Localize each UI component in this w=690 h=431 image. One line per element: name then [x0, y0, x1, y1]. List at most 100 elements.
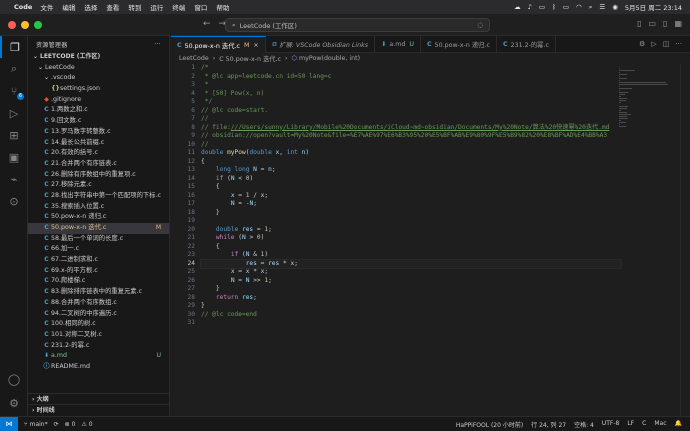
folder-vscode[interactable]: ⌄ .vscode — [28, 73, 169, 84]
code-line[interactable]: */ — [201, 98, 621, 107]
vertical-scrollbar[interactable] — [680, 64, 690, 416]
code-line[interactable]: // — [201, 141, 621, 150]
control-center-icon[interactable]: ☰ — [599, 3, 605, 11]
workspace-root[interactable]: ⌄ LEETCODE (工作区) — [28, 52, 169, 63]
code-line[interactable]: return res; — [201, 294, 621, 303]
file-item[interactable]: C 1.两数之和.c — [28, 105, 169, 116]
code-line[interactable]: } — [201, 302, 621, 311]
menu-edit[interactable]: 编辑 — [62, 2, 75, 12]
breadcrumb-symbol[interactable]: myPow(double, int) — [299, 55, 360, 62]
split-editor-icon[interactable]: ◫ — [663, 40, 670, 48]
outline-section[interactable]: › 大纲 — [28, 393, 170, 404]
music-icon[interactable]: ♪ — [528, 3, 532, 11]
app-menu[interactable]: Code — [14, 3, 32, 11]
folder-leetcode[interactable]: ⌄ LeetCode — [28, 63, 169, 74]
toggle-panel-icon[interactable]: ▭ — [648, 19, 656, 28]
code-line[interactable]: // @lc code=end — [201, 311, 621, 320]
file-item[interactable]: C 14.最长公共前缀.c — [28, 138, 169, 149]
notifications-bell-icon[interactable]: 🔔 — [675, 420, 682, 429]
code-line[interactable]: } — [201, 285, 621, 294]
code-line[interactable]: { — [201, 243, 621, 252]
menu-run[interactable]: 运行 — [150, 2, 163, 12]
toggle-sidebar-icon[interactable]: ▯ — [637, 19, 641, 28]
code-line[interactable]: { — [201, 183, 621, 192]
file-item[interactable]: C 100.相同的树.c — [28, 319, 169, 330]
extensions-icon[interactable]: ⊞ — [0, 124, 28, 146]
bluetooth-icon[interactable]: ᛒ — [552, 3, 556, 11]
code-area[interactable]: /* * @lc app=leetcode.cn id=50 lang=c * … — [200, 64, 622, 328]
code-line[interactable]: x = x * x; — [201, 268, 621, 277]
run-icon[interactable]: ▷ — [651, 40, 656, 48]
search-icon[interactable]: ⌕ — [589, 3, 593, 12]
encoding[interactable]: UTF-8 — [602, 420, 620, 429]
code-line[interactable]: { — [201, 158, 621, 167]
tab-power-of-two[interactable]: C 231.2-的幂.c — [497, 36, 556, 53]
git-blame[interactable]: HaPPiFOOL (20 小时前) — [456, 420, 523, 429]
more-actions-icon[interactable]: ··· — [154, 41, 161, 48]
code-line[interactable]: x = 1 / x; — [201, 192, 621, 201]
copilot-icon[interactable]: ◌ — [477, 21, 483, 29]
tab-a-md[interactable]: ⬇ a.md U — [375, 36, 421, 53]
file-item[interactable]: ◆ .gitignore — [28, 95, 169, 106]
warning-count[interactable]: ⚠ 0 — [81, 421, 92, 428]
code-line[interactable]: // obsidian://open?vault=My%20Note&file=… — [201, 132, 621, 141]
file-item[interactable]: C 69.x-的平方根.c — [28, 266, 169, 277]
tab-pow-recursive[interactable]: C 50.pow-x-n 递归.c — [421, 36, 497, 53]
file-item[interactable]: C 66.加一.c — [28, 244, 169, 255]
code-line[interactable]: * @lc app=leetcode.cn id=50 lang=c — [201, 73, 621, 82]
gear-icon[interactable]: ⚙ — [639, 40, 645, 48]
file-item[interactable]: C 58.最后一个单词的长度.c — [28, 234, 169, 245]
toggle-secondary-sidebar-icon[interactable]: ▯ — [663, 19, 667, 28]
file-item[interactable]: C 26.删除有序数组中的重复项.c — [28, 170, 169, 181]
remote-explorer-icon[interactable]: ▣ — [0, 146, 28, 168]
timeline-section[interactable]: › 时间线 — [28, 404, 170, 415]
file-item[interactable]: C 50.pow-x-n 递归.c — [28, 212, 169, 223]
file-item[interactable]: C 35.搜索插入位置.c — [28, 202, 169, 213]
error-count[interactable]: ⊗ 0 — [65, 421, 76, 428]
menu-terminal[interactable]: 终端 — [172, 2, 185, 12]
git-graph-icon[interactable]: ⊙ — [0, 190, 28, 212]
settings-gear-icon[interactable]: ⚙ — [0, 392, 28, 414]
close-window-button[interactable] — [8, 20, 16, 29]
code-line[interactable]: N = N >> 1; — [201, 277, 621, 286]
file-item[interactable]: C 70.爬楼梯.c — [28, 276, 169, 287]
minimize-window-button[interactable] — [21, 20, 29, 29]
git-branch[interactable]: main* — [30, 421, 48, 428]
indentation[interactable]: 空格: 4 — [574, 420, 594, 429]
more-icon[interactable]: ··· — [675, 40, 682, 48]
minimap[interactable] — [615, 64, 675, 154]
file-item[interactable]: C 27.移除元素.c — [28, 180, 169, 191]
code-line[interactable]: } — [201, 209, 621, 218]
end-of-line[interactable]: LF — [627, 420, 634, 429]
code-line[interactable]: if (N < 0) — [201, 175, 621, 184]
file-item[interactable]: C 94.二叉树的中序遍历.c — [28, 309, 169, 320]
code-line[interactable]: * [50] Pow(x, n) — [201, 90, 621, 99]
code-line[interactable]: * — [201, 81, 621, 90]
cursor-position[interactable]: 行 24, 列 27 — [531, 420, 566, 429]
breadcrumb-file[interactable]: C 50.pow-x-n 迭代.c — [219, 54, 281, 63]
leetcode-icon[interactable]: ⌁ — [0, 168, 28, 190]
code-line[interactable]: // file:///Users/sunny/Library/Mobile%20… — [201, 124, 621, 133]
code-line[interactable] — [201, 319, 621, 328]
display-icon[interactable]: ▭ — [539, 3, 545, 11]
file-item[interactable]: C 83.删除排序链表中的重复元素.c — [28, 287, 169, 298]
menu-selection[interactable]: 选择 — [84, 2, 97, 12]
wifi-icon[interactable]: ◠ — [576, 3, 582, 11]
zoom-window-button[interactable] — [34, 20, 42, 29]
code-line[interactable] — [201, 217, 621, 226]
file-item[interactable]: ⬇ a.md U — [28, 351, 169, 362]
command-center-search[interactable]: ⌕ LeetCode (工作区) ◌ — [225, 18, 490, 32]
code-line[interactable]: N = -N; — [201, 200, 621, 209]
search-view-icon[interactable]: ⌕ — [0, 58, 28, 80]
code-line[interactable]: double res = 1; — [201, 226, 621, 235]
file-item[interactable]: C 50.pow-x-n 迭代.c M — [28, 223, 169, 234]
file-item[interactable]: C 231.2-的幂.c — [28, 341, 169, 352]
code-line[interactable]: /* — [201, 64, 621, 73]
code-line[interactable]: res = res * x; — [200, 258, 622, 270]
code-editor[interactable]: 1 2 3 4 5 6 7 8 9 10 11 12 13 14 15 16 17 18 19 20 21 22 23 24 2… — [171, 64, 690, 416]
customize-layout-icon[interactable]: ▦ — [674, 19, 682, 28]
breadcrumb-folder[interactable]: LeetCode — [179, 55, 209, 62]
platform[interactable]: Mac — [654, 420, 666, 429]
file-item[interactable]: C 101.对称二叉树.c — [28, 330, 169, 341]
account-icon[interactable]: ◯ — [0, 368, 28, 390]
